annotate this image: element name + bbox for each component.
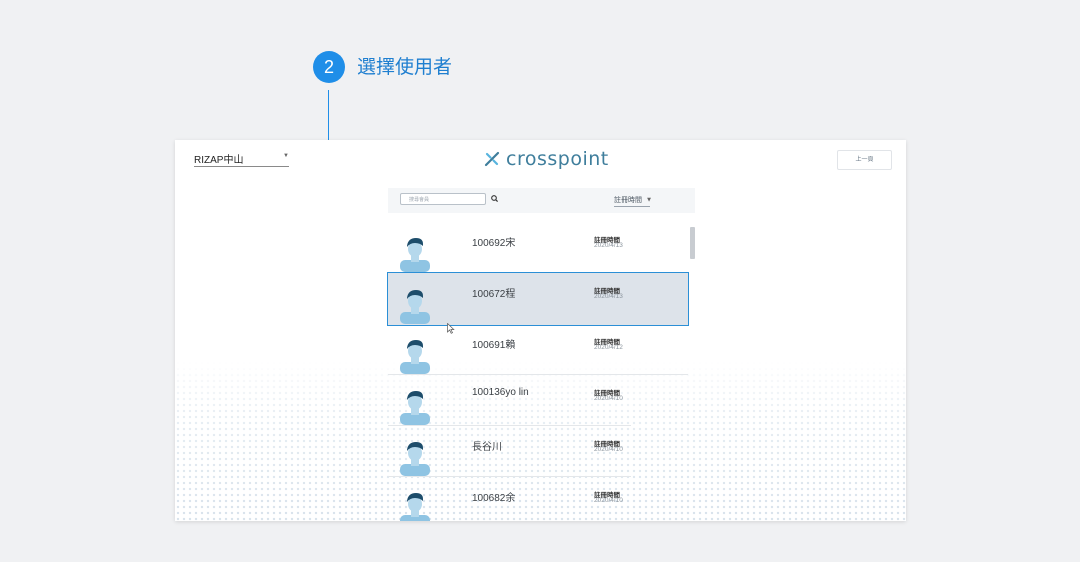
registration-date: 2020/4/13: [594, 293, 623, 300]
previous-page-button[interactable]: 上一頁: [837, 150, 892, 170]
sort-select[interactable]: 註冊時間 ▼: [614, 194, 651, 207]
member-name: 長谷川: [472, 442, 502, 453]
member-row[interactable]: 100682余 註冊時間 2020/4/10: [388, 477, 688, 521]
chevron-down-icon: ▼: [283, 153, 289, 159]
scrollbar-thumb[interactable]: [690, 227, 695, 259]
mouse-pointer-icon: [447, 323, 455, 334]
member-row-selected[interactable]: 100672程 註冊時間 2020/4/13: [387, 272, 689, 326]
member-search-input[interactable]: 搜尋會員: [400, 193, 486, 205]
user-avatar-icon: [400, 290, 430, 324]
step-number-badge: 2: [313, 51, 345, 83]
user-avatar-icon: [400, 442, 430, 476]
crosspoint-logo-icon: [484, 151, 500, 167]
branch-select[interactable]: RIZAP中山 ▼: [194, 151, 289, 167]
registration-date: 2020/4/12: [594, 344, 623, 351]
sort-select-value: 註冊時間: [614, 196, 642, 204]
member-list: 100692宋 註冊時間 2020/4/13 100672程 註冊時間 2020…: [387, 222, 689, 521]
member-name: 100682余: [472, 493, 516, 504]
branch-select-value: RIZAP中山: [194, 155, 244, 166]
member-row[interactable]: 100136yo lin 註冊時間 2020/4/10: [388, 375, 688, 426]
member-name: 100136yo lin: [472, 387, 529, 398]
user-avatar-icon: [400, 238, 430, 272]
registration-date: 2020/4/10: [594, 497, 623, 504]
user-avatar-icon: [400, 391, 430, 425]
user-avatar-icon: [400, 493, 430, 521]
crosspoint-logo: crosspoint: [484, 144, 609, 174]
member-name: 100691賴: [472, 340, 516, 351]
member-name: 100692宋: [472, 238, 516, 249]
logo-text: crosspoint: [506, 148, 609, 170]
member-row[interactable]: 100692宋 註冊時間 2020/4/13: [388, 222, 688, 273]
step-instruction-label: 選擇使用者: [357, 56, 453, 78]
member-row[interactable]: 100691賴 註冊時間 2020/4/12: [388, 324, 688, 375]
registration-date: 2020/4/10: [594, 446, 623, 453]
registration-date: 2020/4/10: [594, 395, 623, 402]
user-avatar-icon: [400, 340, 430, 374]
registration-date: 2020/4/13: [594, 242, 623, 249]
member-row[interactable]: 長谷川 註冊時間 2020/4/10: [388, 426, 688, 477]
member-name: 100672程: [472, 289, 516, 300]
app-window: RIZAP中山 ▼ crosspoint 上一頁 搜尋會員 註冊時間 ▼ 100…: [175, 140, 906, 521]
member-list-toolbar: 搜尋會員 註冊時間 ▼: [388, 188, 695, 213]
member-list-scrollbar[interactable]: [689, 225, 697, 521]
search-icon[interactable]: [490, 194, 500, 204]
chevron-down-icon: ▼: [647, 197, 651, 203]
